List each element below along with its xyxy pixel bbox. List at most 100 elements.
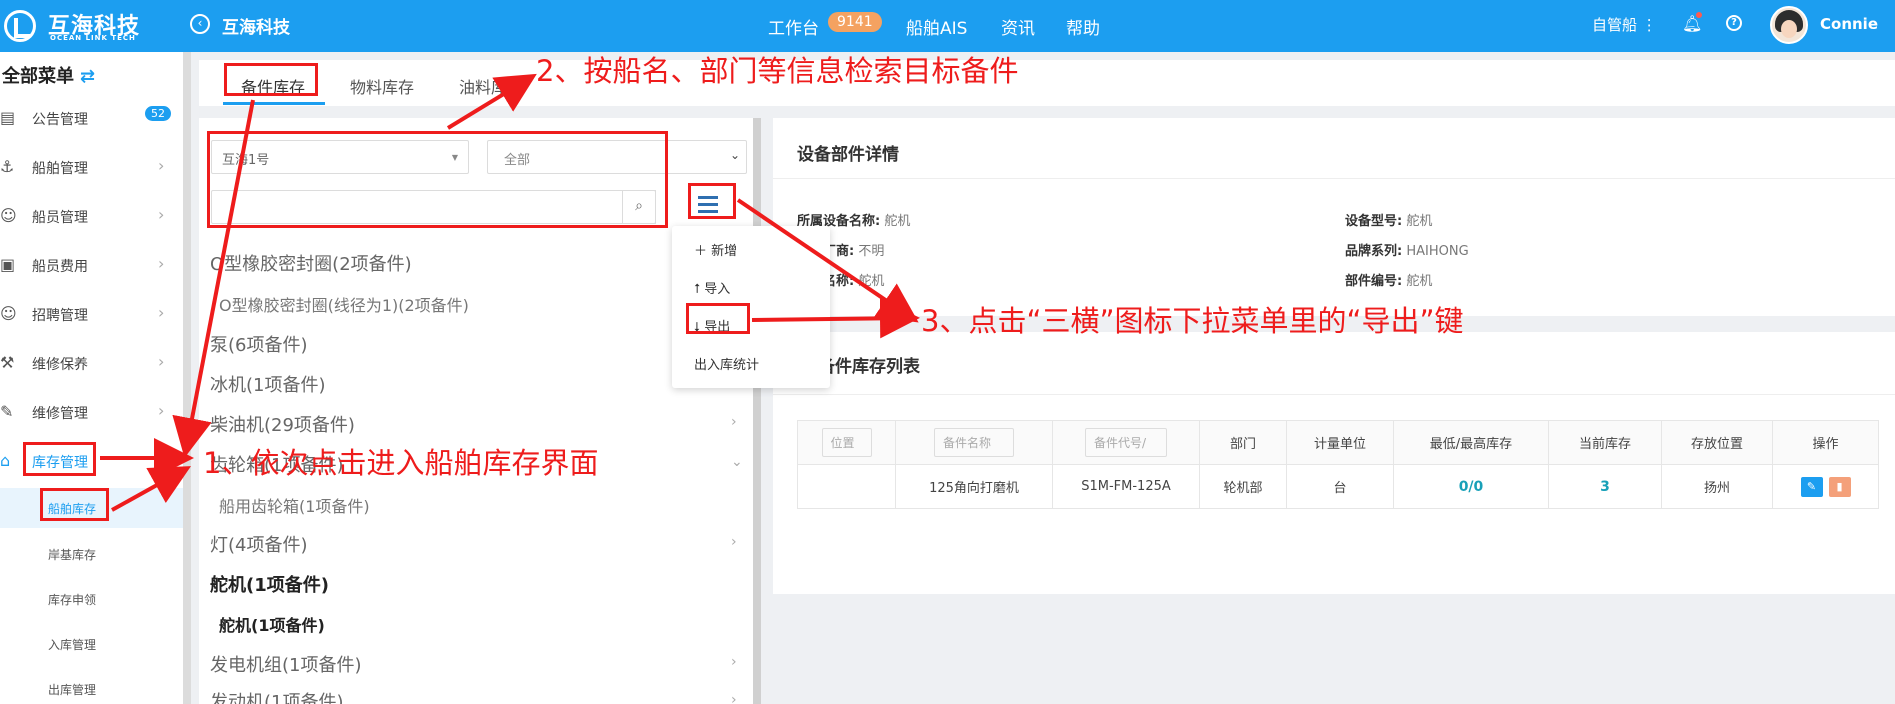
cell-department: 轮机部 bbox=[1199, 464, 1287, 509]
sidebar: 全部菜单 ⇄ ▤ 公告管理 52 ⚓︎ 船舶管理 › ☺︎ 船员管理 › ▣ 船员… bbox=[0, 52, 185, 704]
tab-oil[interactable]: 油料库存 bbox=[459, 74, 523, 98]
logo-en-text: OCEAN LINK TECH bbox=[50, 34, 136, 42]
tree-node[interactable]: 泵(6项备件) bbox=[210, 331, 308, 357]
annotation-step-2: 2、按船名、部门等信息检索目标备件 bbox=[536, 54, 1019, 88]
nav-workbench[interactable]: 工作台 bbox=[768, 14, 819, 39]
company-logo[interactable]: 互海科技 OCEAN LINK TECH bbox=[4, 6, 174, 46]
sidebar-sub-label: 库存申领 bbox=[48, 593, 97, 607]
highlight-search-filters bbox=[207, 131, 668, 228]
chevron-right-icon[interactable]: › bbox=[731, 692, 737, 704]
detail-label: 设备型号: bbox=[1345, 214, 1403, 229]
sidebar-item-announcements[interactable]: ▤ 公告管理 52 bbox=[0, 98, 185, 138]
position-filter-input[interactable]: 位置 bbox=[821, 428, 872, 457]
sidebar-scrollbar[interactable] bbox=[183, 52, 191, 704]
back-arrow-icon[interactable]: ‹ bbox=[190, 14, 210, 34]
cell-part-code: S1M-FM-125A bbox=[1052, 464, 1200, 509]
chevron-right-icon[interactable]: › bbox=[731, 654, 737, 670]
part-name-filter-input[interactable]: 备件名称 bbox=[934, 428, 1014, 457]
sidebar-item-label: 公告管理 bbox=[32, 112, 88, 128]
sidebar-item-recruitment[interactable]: ☺︎ 招聘管理 › bbox=[0, 294, 185, 334]
equipment-detail-panel: 设备部件详情 所属设备名称: 舵机 生产厂商: 不明 部件名称: 舵机 设备型号… bbox=[773, 118, 1895, 316]
sidebar-item-crew-expenses[interactable]: ▣ 船员费用 › bbox=[0, 245, 185, 285]
sidebar-sub-label: 入库管理 bbox=[48, 638, 97, 652]
detail-value: HAIHONG bbox=[1406, 244, 1469, 259]
menu-item-label: 导入 bbox=[704, 282, 731, 297]
annotation-step-3: 3、点击“三横”图标下拉菜单里的“导出”键 bbox=[921, 304, 1464, 338]
workbench-badge: 9141 bbox=[828, 12, 882, 32]
sidebar-sub-stock-out[interactable]: 出库管理 bbox=[0, 669, 185, 704]
person-icon: ☺︎ bbox=[0, 304, 17, 323]
sidebar-heading: 全部菜单 ⇄ bbox=[2, 62, 95, 88]
sidebar-heading-label: 全部菜单 bbox=[2, 66, 74, 87]
cell-unit: 台 bbox=[1286, 464, 1394, 509]
sidebar-sub-shore-inventory[interactable]: 岸基库存 bbox=[0, 534, 185, 574]
tree-leaf-selected[interactable]: 舵机(1项备件) bbox=[219, 612, 325, 636]
stock-table: 位置 备件名称 备件代号/ 部门 计量单位 最低/最高库存 当前库存 存放位置 … bbox=[797, 420, 1879, 509]
stock-list-title: 备件库存列表 bbox=[818, 357, 920, 377]
sidebar-item-maintenance[interactable]: ⚒︎ 维修保养 › bbox=[0, 343, 185, 383]
chevron-right-icon[interactable]: › bbox=[731, 534, 737, 550]
tree-node[interactable]: 发电机组(1项备件) bbox=[210, 651, 362, 677]
tree-node[interactable]: 发动机(1项备件) bbox=[210, 688, 344, 704]
upload-icon: ⭡ bbox=[694, 282, 701, 297]
tree-node[interactable]: 柴油机(29项备件) bbox=[210, 411, 355, 437]
tree-node[interactable]: 船用齿轮箱(1项备件) bbox=[219, 493, 370, 517]
highlight-tab-spare-parts bbox=[224, 63, 318, 96]
column-header: 部门 bbox=[1199, 420, 1287, 465]
detail-value: 不明 bbox=[858, 244, 885, 259]
anchor-icon: ⚓︎ bbox=[0, 157, 15, 176]
detail-field: 设备型号: 舵机 bbox=[1345, 210, 1432, 229]
divider bbox=[773, 394, 1895, 395]
sidebar-sub-stock-in[interactable]: 入库管理 bbox=[0, 624, 185, 664]
cell-actions: ✎ ▮ bbox=[1772, 464, 1879, 509]
highlight-inventory-menu bbox=[23, 442, 96, 476]
tab-materials[interactable]: 物料库存 bbox=[350, 74, 414, 98]
nav-help[interactable]: 帮助 bbox=[1066, 14, 1100, 39]
tree-node[interactable]: O型橡胶密封圈(线径为1)(2项备件) bbox=[219, 292, 469, 316]
menu-item-label: 新增 bbox=[711, 244, 738, 259]
menu-item-add[interactable]: ＋ 新增 bbox=[694, 240, 737, 259]
sidebar-item-crew[interactable]: ☺︎ 船员管理 › bbox=[0, 196, 185, 236]
tree-node[interactable]: O型橡胶密封圈(2项备件) bbox=[210, 250, 412, 276]
swap-icon[interactable]: ⇄ bbox=[80, 66, 95, 87]
chevron-right-icon[interactable]: › bbox=[731, 414, 737, 430]
tree-node[interactable]: 灯(4项备件) bbox=[210, 531, 308, 557]
cell-min-max: 0/0 bbox=[1458, 478, 1484, 495]
chevron-right-icon: › bbox=[158, 352, 165, 371]
username[interactable]: Connie bbox=[1820, 15, 1878, 33]
menu-item-stock-stats[interactable]: 出入库统计 bbox=[694, 354, 759, 373]
highlight-hamburger-menu bbox=[688, 183, 736, 219]
menu-item-import[interactable]: ⭡ 导入 bbox=[694, 278, 730, 297]
tree-scrollbar[interactable] bbox=[753, 118, 761, 704]
edit-icon[interactable]: ✎ bbox=[1800, 476, 1823, 497]
nav-ship-ais[interactable]: 船舶AIS bbox=[906, 14, 967, 39]
app-title: 互海科技 bbox=[222, 18, 290, 38]
column-header: 最低/最高库存 bbox=[1393, 420, 1549, 465]
book-icon: ▤ bbox=[0, 108, 16, 127]
tree-node-selected[interactable]: 舵机(1项备件) bbox=[210, 571, 329, 597]
detail-value: 舵机 bbox=[1406, 274, 1433, 289]
person-icon: ☺︎ bbox=[0, 206, 17, 225]
table-row[interactable]: 125角向打磨机 S1M-FM-125A 轮机部 台 0/0 3 扬州 ✎ ▮ bbox=[797, 464, 1879, 509]
chevron-down-icon[interactable]: ⌄ bbox=[731, 454, 743, 470]
trash-icon[interactable]: ▮ bbox=[1828, 476, 1851, 497]
part-code-filter-input[interactable]: 备件代号/ bbox=[1085, 428, 1167, 457]
hammer-icon: ⚒︎ bbox=[0, 353, 15, 372]
detail-label: 品牌系列: bbox=[1345, 244, 1403, 259]
avatar[interactable] bbox=[1770, 6, 1808, 44]
chevron-right-icon: › bbox=[158, 156, 165, 175]
cell-location: 扬州 bbox=[1661, 464, 1773, 509]
sidebar-item-label: 维修管理 bbox=[32, 406, 88, 422]
detail-label: 部件编号: bbox=[1345, 274, 1403, 289]
help-icon[interactable]: ? bbox=[1726, 15, 1742, 31]
sidebar-item-ships[interactable]: ⚓︎ 船舶管理 › bbox=[0, 147, 185, 187]
sidebar-item-label: 维修保养 bbox=[32, 357, 88, 373]
sidebar-item-label: 船员费用 bbox=[32, 259, 88, 275]
sidebar-sub-inventory-request[interactable]: 库存申领 bbox=[0, 579, 185, 619]
sidebar-item-label: 船舶管理 bbox=[32, 161, 88, 177]
ship-type-select[interactable]: 自管船 ⋮ bbox=[1592, 14, 1657, 35]
sidebar-item-repair[interactable]: ✎ 维修管理 › bbox=[0, 392, 185, 432]
nav-news[interactable]: 资讯 bbox=[1001, 14, 1035, 39]
home-icon: ⌂ bbox=[0, 451, 11, 470]
tree-node[interactable]: 冰机(1项备件) bbox=[210, 371, 326, 397]
